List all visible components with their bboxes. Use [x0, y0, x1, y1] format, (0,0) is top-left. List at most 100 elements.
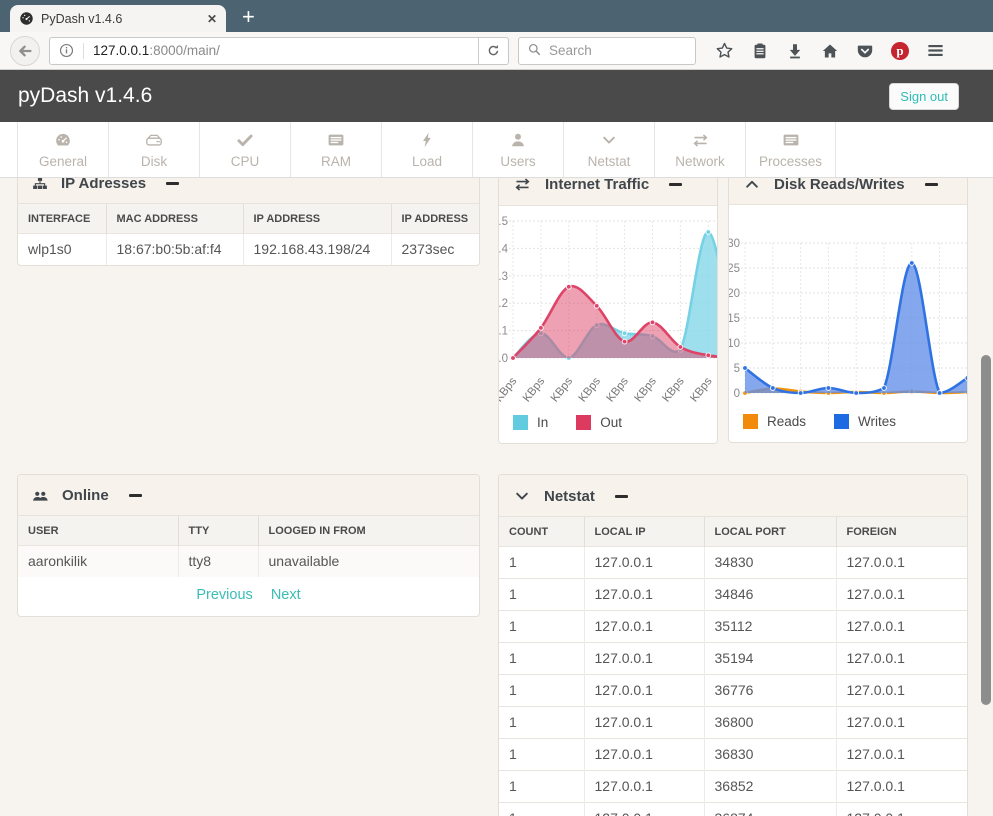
legend-label: Reads — [767, 414, 806, 429]
collapse-button[interactable] — [669, 183, 682, 186]
browser-tab[interactable]: PyDash v1.4.6 ✕ — [10, 5, 226, 32]
column-header: LOOGED IN FROM — [258, 516, 479, 546]
table-cell: 34846 — [704, 579, 836, 611]
legend-label: Out — [600, 415, 622, 430]
table-cell: 36852 — [704, 771, 836, 803]
internet-traffic-chart: 0.00.10.20.30.40.5KBpsKBpsKBpsKBpsKBpsKB… — [498, 206, 718, 413]
pinterest-icon[interactable]: p — [891, 42, 909, 60]
new-tab-button[interactable]: + — [242, 6, 255, 28]
search-input[interactable]: Search — [518, 37, 696, 65]
svg-text:0: 0 — [734, 388, 740, 400]
table-row: 1127.0.0.136800127.0.0.1 — [499, 707, 967, 739]
table-cell: 1 — [499, 707, 584, 739]
svg-text:20: 20 — [728, 288, 740, 300]
collapse-button[interactable] — [615, 495, 628, 498]
url-separator — [83, 43, 84, 59]
reload-button[interactable] — [478, 38, 508, 64]
table-cell: 34830 — [704, 547, 836, 579]
table-header-row: USERTTYLOOGED IN FROM — [18, 516, 479, 546]
app-title: pyDash v1.4.6 — [18, 84, 152, 108]
nav-item-users[interactable]: Users — [472, 122, 563, 177]
table-row: 1127.0.0.134846127.0.0.1 — [499, 579, 967, 611]
download-icon[interactable] — [786, 42, 804, 60]
disk-reads-writes-panel-header: Disk Reads/Writes — [729, 178, 967, 205]
table-cell: 36776 — [704, 675, 836, 707]
table-cell: 127.0.0.1 — [584, 803, 704, 816]
nav-item-ram[interactable]: RAM — [290, 122, 381, 177]
svg-text:0.0: 0.0 — [498, 353, 508, 365]
svg-text:25: 25 — [728, 263, 740, 275]
table-cell: unavailable — [258, 546, 479, 578]
table-cell: 1 — [499, 675, 584, 707]
collapse-button[interactable] — [166, 182, 179, 185]
user-icon — [509, 131, 527, 150]
back-button[interactable] — [10, 36, 40, 66]
svg-text:0.1: 0.1 — [498, 326, 508, 338]
menu-icon[interactable] — [926, 41, 945, 60]
svg-text:KBps: KBps — [549, 375, 576, 404]
table-cell: 18:67:b0:5b:af:f4 — [106, 234, 243, 266]
svg-text:KBps: KBps — [521, 375, 548, 404]
legend-item-writes: Writes — [834, 414, 896, 429]
table-cell: aaronkilik — [18, 546, 178, 578]
page-info-icon[interactable] — [58, 42, 75, 59]
collapse-button[interactable] — [925, 183, 938, 186]
legend-item-out: Out — [576, 415, 622, 430]
table-row: 1127.0.0.136830127.0.0.1 — [499, 739, 967, 771]
tab-close-icon[interactable]: ✕ — [207, 12, 217, 26]
svg-text:KBps: KBps — [688, 375, 715, 404]
table-cell: 1 — [499, 611, 584, 643]
column-header: LOCAL IP — [584, 517, 704, 547]
nav-item-network[interactable]: Network — [654, 122, 745, 177]
table-cell: 127.0.0.1 — [836, 771, 967, 803]
sign-out-button[interactable]: Sign out — [889, 83, 959, 110]
collapse-button[interactable] — [129, 494, 142, 497]
table-cell: 36830 — [704, 739, 836, 771]
nav-item-processes[interactable]: Processes — [745, 122, 836, 177]
panel-title: Online — [62, 487, 109, 504]
legend-swatch — [834, 414, 849, 429]
pydash-favicon-icon — [19, 11, 34, 26]
previous-page-link[interactable]: Previous — [196, 587, 252, 603]
legend-item-in: In — [513, 415, 548, 430]
table-cell: 127.0.0.1 — [584, 611, 704, 643]
panel-title: Netstat — [544, 488, 595, 505]
nav-item-label: Load — [412, 154, 442, 169]
table-cell: 127.0.0.1 — [584, 579, 704, 611]
url-bar[interactable]: 127.0.0.1:8000/main/ — [49, 37, 509, 65]
legend-swatch — [576, 415, 591, 430]
url-host: 127.0.0.1 — [93, 43, 149, 58]
panel-title: IP Adresses — [61, 178, 146, 192]
column-header: INTERFACE — [18, 204, 106, 234]
nav-item-load[interactable]: Load — [381, 122, 472, 177]
table-cell: 127.0.0.1 — [584, 771, 704, 803]
ip-addresses-panel-header: IP Adresses — [18, 178, 479, 204]
toolbar-icons: p — [715, 41, 945, 60]
home-icon[interactable] — [821, 42, 839, 60]
url-text: 127.0.0.1:8000/main/ — [93, 43, 220, 58]
nav-item-disk[interactable]: Disk — [108, 122, 199, 177]
column-header: MAC ADDRESS — [106, 204, 243, 234]
bookmark-star-icon[interactable] — [715, 41, 734, 60]
svg-text:0.5: 0.5 — [498, 216, 508, 228]
disk-reads-writes-chart: 051015202530 — [728, 205, 968, 412]
pagination: Previous Next — [18, 577, 479, 616]
internet-traffic-panel-header: Internet Traffic — [499, 178, 717, 206]
legend-swatch — [743, 414, 758, 429]
clipboard-icon[interactable] — [751, 42, 769, 60]
svg-text:10: 10 — [728, 338, 740, 350]
scrollbar-thumb[interactable] — [981, 355, 991, 705]
gauge-icon — [54, 131, 72, 150]
pocket-icon[interactable] — [856, 42, 874, 60]
nav-item-cpu[interactable]: CPU — [199, 122, 290, 177]
table-cell: 1 — [499, 771, 584, 803]
table-cell: 1 — [499, 643, 584, 675]
chevron-down-icon — [513, 487, 531, 505]
column-header: LOCAL PORT — [704, 517, 836, 547]
next-page-link[interactable]: Next — [271, 587, 301, 603]
svg-text:KBps: KBps — [605, 375, 632, 404]
nav-item-general[interactable]: General — [17, 122, 108, 177]
nav-item-netstat[interactable]: Netstat — [563, 122, 654, 177]
legend-label: In — [537, 415, 548, 430]
chevron-up-icon — [743, 178, 761, 193]
